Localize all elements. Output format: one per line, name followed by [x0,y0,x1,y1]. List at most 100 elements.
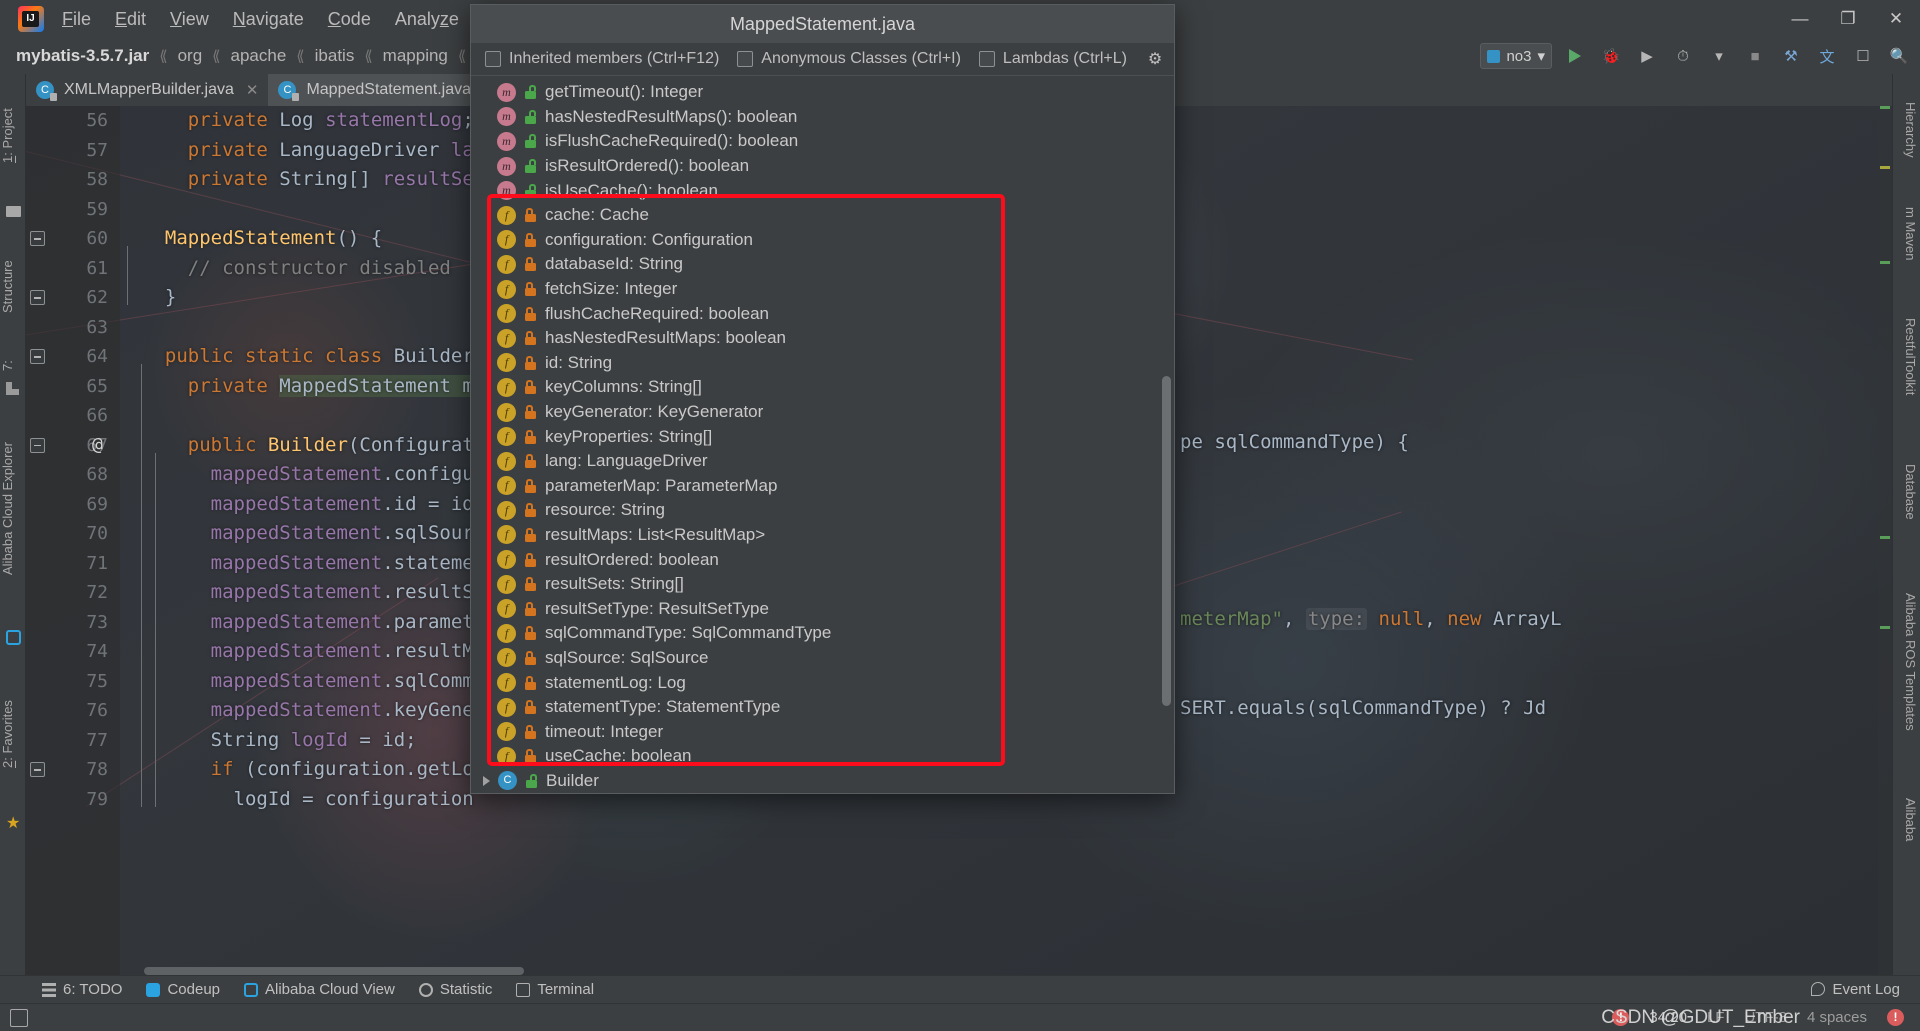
terminal-icon[interactable]: ☐ [1850,43,1876,69]
structure-member-row[interactable]: m getTimeout(): Integer [471,80,1174,105]
maximize-button[interactable]: ❐ [1824,0,1872,38]
breadcrumb-item-mapping[interactable]: mapping [383,46,448,66]
search-icon[interactable]: 🔍 [1886,43,1912,69]
gear-icon[interactable]: ⚙ [1146,50,1164,68]
sidebar-item-structure[interactable]: Structure [0,232,26,342]
structure-member-row[interactable]: f id: String [471,351,1174,376]
breadcrumb-item-jar[interactable]: mybatis-3.5.7.jar [16,46,149,66]
star-icon[interactable]: ★ [6,816,21,832]
tool-button-codeup[interactable]: Codeup [146,981,220,998]
checkbox-anonymous-classes[interactable]: Anonymous Classes (Ctrl+I) [737,50,961,68]
structure-member-row[interactable]: f cache: Cache [471,203,1174,228]
breadcrumb-item-ibatis[interactable]: ibatis [315,46,355,66]
breadcrumb-item-apache[interactable]: apache [231,46,287,66]
chevron-down-icon[interactable]: ▾ [1706,43,1732,69]
sidebar-item-restfultoolkit[interactable]: RestfulToolkit [1894,292,1918,422]
structure-member-row[interactable]: f sqlCommandType: SqlCommandType [471,621,1174,646]
popup-scrollbar[interactable] [1162,376,1171,706]
tool-button-terminal[interactable]: Terminal [516,981,594,998]
checkbox-box[interactable] [978,51,995,67]
sidebar-item-project[interactable]: 11: Project: Project [0,76,26,196]
code-fold-toggle[interactable] [30,349,45,364]
menu-view[interactable]: View [170,9,209,30]
close-button[interactable]: ✕ [1872,0,1920,38]
minimize-button[interactable]: — [1776,0,1824,38]
editor-horizontal-scrollbar[interactable] [144,967,524,975]
chevron-right-icon[interactable] [483,775,490,786]
indent-setting[interactable]: 4 spaces [1807,1009,1867,1026]
checkbox-box[interactable] [737,51,754,67]
structure-member-row[interactable]: f resultMaps: List<ResultMap> [471,523,1174,548]
structure-member-row[interactable]: f resultSetType: ResultSetType [471,596,1174,621]
run-coverage-button[interactable]: ▶ [1634,43,1660,69]
sidebar-item-seven[interactable]: 7: [0,354,26,378]
sidebar-item-maven[interactable]: m Maven [1894,194,1918,274]
structure-member-row[interactable]: f keyColumns: String[] [471,375,1174,400]
codeup-icon[interactable] [6,630,21,645]
menu-analyze[interactable]: Analyze [395,9,459,30]
structure-member-row[interactable]: f fetchSize: Integer [471,277,1174,302]
close-icon[interactable]: ✕ [246,81,259,99]
structure-member-row[interactable]: f resultOrdered: boolean [471,547,1174,572]
file-structure-popup[interactable]: MappedStatement.java Inherited members (… [470,4,1175,794]
folder-icon[interactable] [6,204,21,219]
chevron-down-icon[interactable]: ▾ [1537,47,1545,65]
structure-member-row[interactable]: f useCache: boolean [471,744,1174,769]
debug-button[interactable]: 🐞 [1598,43,1624,69]
structure-member-row[interactable]: f resultSets: String[] [471,572,1174,597]
tab-xmlmapperbuilder[interactable]: C XMLMapperBuilder.java ✕ [26,74,268,106]
sidebar-item-hierarchy[interactable]: Hierarchy [1894,80,1918,180]
stop-button[interactable]: ■ [1742,43,1768,69]
structure-member-row[interactable]: f hasNestedResultMaps: boolean [471,326,1174,351]
checkbox-lambdas[interactable]: Lambdas (Ctrl+L) [978,50,1127,68]
code-fold-toggle[interactable] [30,437,45,453]
inspection-badge[interactable]: ! [1887,1009,1904,1026]
structure-member-row[interactable]: f keyProperties: String[] [471,424,1174,449]
structure-member-row[interactable]: f lang: LanguageDriver [471,449,1174,474]
annotation-gutter-icon[interactable]: @ [92,434,103,455]
menu-code[interactable]: Code [328,9,371,30]
structure-member-row[interactable]: f sqlSource: SqlSource [471,646,1174,671]
structure-member-row[interactable]: f timeout: Integer [471,719,1174,744]
editor-marker-bar[interactable] [1878,106,1892,975]
structure-member-row[interactable]: f flushCacheRequired: boolean [471,301,1174,326]
structure-member-row[interactable]: m hasNestedResultMaps(): boolean [471,105,1174,130]
checkbox-box[interactable] [485,51,501,67]
sidebar-item-alibaba-cloud-explorer[interactable]: Alibaba Cloud Explorer [0,404,26,614]
build-icon[interactable]: ⚒ [1778,43,1804,69]
tool-button-todo[interactable]: 6: TODO [42,981,122,998]
translate-icon[interactable]: 文 [1814,43,1840,69]
structure-member-row[interactable]: m isFlushCacheRequired(): boolean [471,129,1174,154]
sidebar-item-database[interactable]: Database [1894,442,1918,542]
structure-member-row[interactable]: m isResultOrdered(): boolean [471,154,1174,179]
menu-file[interactable]: File [62,9,91,30]
sidebar-item-alibaba-ros-templates[interactable]: Alibaba ROS Templates [1894,562,1918,762]
structure-member-row[interactable]: f parameterMap: ParameterMap [471,474,1174,499]
menu-edit[interactable]: Edit [115,9,146,30]
structure-member-list[interactable]: m getTimeout(): Integer m hasNestedResultMa… [471,76,1174,793]
code-fold-toggle[interactable] [30,290,45,305]
structure-member-row[interactable]: C Builder [471,769,1174,793]
tab-mappedstatement[interactable]: C MappedStatement.java [268,74,481,106]
menu-navigate[interactable]: Navigate [233,9,304,30]
breadcrumb-item-org[interactable]: org [178,46,203,66]
tool-button-statistic[interactable]: Statistic [418,981,492,998]
sidebar-item-alibaba[interactable]: Alibaba [1894,780,1918,860]
checkbox-inherited-members[interactable]: Inherited members (Ctrl+F12) [485,50,719,68]
structure-member-row[interactable]: f configuration: Configuration [471,228,1174,253]
structure-member-row[interactable]: m isUseCache(): boolean [471,178,1174,203]
event-log-button[interactable]: Event Log [1811,975,1900,1003]
structure-member-row[interactable]: f databaseId: String [471,252,1174,277]
structure-member-row[interactable]: f keyGenerator: KeyGenerator [471,400,1174,425]
structure-member-row[interactable]: f statementLog: Log [471,670,1174,695]
code-fold-toggle[interactable] [30,762,45,777]
structure-member-row[interactable]: f resource: String [471,498,1174,523]
code-fold-toggle[interactable] [30,231,45,246]
run-button[interactable] [1562,43,1588,69]
grid-icon[interactable] [6,382,21,397]
profile-button[interactable]: ⏱ [1670,43,1696,69]
sidebar-item-favorites[interactable]: 2: Favorites [0,664,26,804]
run-configuration-selector[interactable]: no3 ▾ [1480,43,1552,69]
toggle-sidebar-icon[interactable] [10,1008,28,1027]
tool-button-alibaba-cloud-view[interactable]: Alibaba Cloud View [244,981,395,998]
